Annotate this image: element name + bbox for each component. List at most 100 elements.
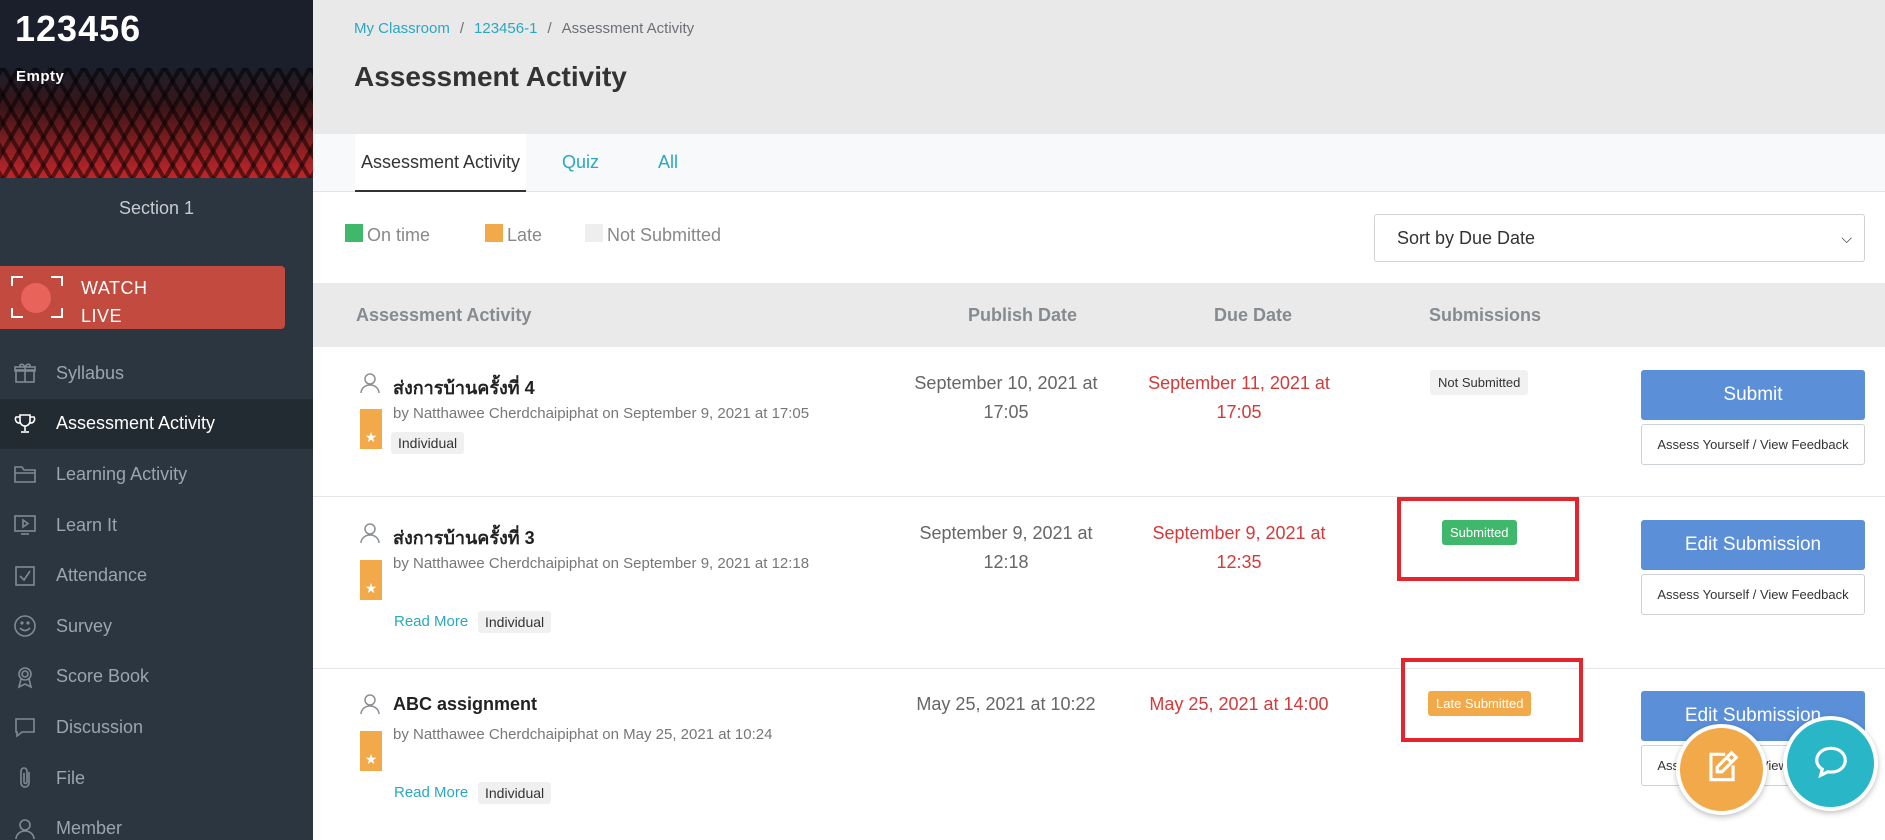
sidebar-item-label: Survey [56, 615, 113, 636]
status-badge: Not Submitted [1430, 370, 1529, 395]
legend-late: Late [485, 224, 542, 246]
course-status: Empty [16, 68, 65, 85]
sidebar-item-label: Member [56, 818, 123, 839]
header-due-date: Due Date [1214, 305, 1293, 325]
person-icon [358, 521, 382, 550]
assess-yourself-button[interactable]: Assess Yourself / View Feedback [1641, 574, 1865, 615]
activity-title[interactable]: ABC assignment [393, 694, 537, 715]
legend-on-time: On time [345, 224, 430, 246]
read-more-link[interactable]: Read More [394, 784, 468, 801]
sidebar-item-label: Assessment Activity [56, 413, 216, 434]
watch-live-line2: LIVE [81, 306, 123, 326]
tab-bar: Assessment Activity Quiz All [313, 134, 1885, 192]
edit-icon [1703, 748, 1741, 791]
chevron-down-icon: ⌵ [1841, 230, 1852, 246]
highlight-box [1397, 497, 1579, 581]
section-label: Section 1 [118, 198, 195, 218]
gift-icon [12, 360, 38, 386]
sidebar-item-score-book[interactable]: Score Book [0, 652, 313, 703]
assess-yourself-button[interactable]: Assess Yourself / View Feedback [1641, 424, 1865, 465]
sidebar-item-survey[interactable]: Survey [0, 601, 313, 652]
star-ribbon-icon: ★ [360, 409, 382, 449]
legend-not-submitted: Not Submitted [585, 224, 721, 246]
table-row: ★ ส่งการบ้านครั้งที่ 4 by Natthawee Cher… [313, 347, 1885, 497]
chat-icon [12, 714, 38, 740]
sidebar-item-label: File [56, 767, 86, 788]
play-icon [12, 512, 38, 538]
activity-author: by Natthawee Cherdchaipiphat on Septembe… [393, 405, 810, 422]
header-publish-date: Publish Date [968, 305, 1078, 325]
folder-icon [12, 461, 38, 487]
sidebar: 123456 Empty Section 1 WATCH LIVE Syllab… [0, 0, 313, 840]
compose-fab[interactable] [1676, 724, 1767, 815]
live-camera-icon [11, 276, 63, 318]
main-content: My Classroom/123456-1/Assessment Activit… [313, 0, 1885, 840]
due-date: May 25, 2021 at 14:00 [1149, 694, 1329, 714]
tab-quiz[interactable]: Quiz [562, 134, 599, 192]
sidebar-item-assessment-activity[interactable]: Assessment Activity [0, 398, 313, 450]
smile-icon [12, 613, 38, 639]
chat-fab[interactable] [1783, 716, 1878, 811]
page-title: Assessment Activity [354, 61, 627, 92]
read-more-link[interactable]: Read More [394, 613, 468, 630]
user-icon [12, 816, 38, 840]
publish-date: May 25, 2021 at 10:22 [916, 694, 1096, 714]
publish-date: September 10, 2021 at 17:05 [914, 373, 1098, 422]
edit-submission-button[interactable]: Edit Submission [1641, 520, 1865, 570]
sidebar-item-label: Score Book [56, 666, 150, 687]
sidebar-item-label: Learning Activity [56, 463, 188, 484]
table-row: ★ ส่งการบ้านครั้งที่ 3 by Natthawee Cher… [313, 497, 1885, 669]
submit-button[interactable]: Submit [1641, 370, 1865, 420]
breadcrumb-current: Assessment Activity [561, 20, 695, 37]
star-ribbon-icon: ★ [360, 731, 382, 771]
sort-select[interactable]: Sort by Due Date ⌵ [1374, 214, 1865, 262]
tab-assessment-activity[interactable]: Assessment Activity [355, 134, 527, 192]
individual-tag: Individual [478, 611, 552, 633]
header-submissions: Submissions [1429, 305, 1542, 325]
sidebar-nav: Syllabus Assessment Activity Learning Ac… [0, 348, 313, 840]
breadcrumb: My Classroom/123456-1/Assessment Activit… [354, 20, 695, 37]
course-code: 123456 [15, 8, 142, 49]
chat-bubble-icon [1812, 742, 1850, 785]
award-icon [12, 664, 38, 690]
not-submitted-swatch [585, 224, 603, 242]
activity-title[interactable]: ส่งการบ้านครั้งที่ 3 [393, 523, 535, 552]
sidebar-item-discussion[interactable]: Discussion [0, 702, 313, 753]
table-row: ★ ABC assignment by Natthawee Cherdchaip… [313, 658, 1885, 840]
header-activity: Assessment Activity [356, 305, 532, 325]
trophy-icon [12, 411, 38, 437]
tab-all[interactable]: All [658, 134, 678, 192]
activity-author: by Natthawee Cherdchaipiphat on May 25, … [393, 726, 773, 743]
activity-author: by Natthawee Cherdchaipiphat on Septembe… [393, 555, 810, 572]
sidebar-item-member[interactable]: Member [0, 803, 313, 840]
individual-tag: Individual [391, 432, 465, 454]
watch-live-button[interactable]: WATCH LIVE [0, 266, 285, 329]
sidebar-item-learn-it[interactable]: Learn It [0, 500, 313, 551]
person-icon [358, 371, 382, 400]
paperclip-icon [12, 765, 38, 791]
sidebar-item-syllabus[interactable]: Syllabus [0, 348, 313, 399]
highlight-box [1401, 658, 1583, 742]
sidebar-item-label: Syllabus [56, 362, 125, 383]
checkbox-icon [12, 563, 38, 589]
breadcrumb-class[interactable]: 123456-1 [474, 20, 537, 37]
sidebar-item-label: Discussion [56, 716, 144, 737]
breadcrumb-my-classroom[interactable]: My Classroom [354, 20, 450, 37]
late-swatch [485, 224, 503, 242]
sidebar-item-label: Attendance [56, 565, 148, 586]
on-time-swatch [345, 224, 363, 242]
star-ribbon-icon: ★ [360, 560, 382, 600]
sidebar-item-attendance[interactable]: Attendance [0, 550, 313, 601]
watch-live-line1: WATCH [81, 278, 148, 298]
publish-date: September 9, 2021 at 12:18 [919, 523, 1093, 572]
individual-tag: Individual [478, 782, 552, 804]
activity-title[interactable]: ส่งการบ้านครั้งที่ 4 [393, 373, 535, 402]
sidebar-item-file[interactable]: File [0, 753, 313, 804]
sort-selected-value: Sort by Due Date [1397, 228, 1536, 248]
sidebar-item-learning-activity[interactable]: Learning Activity [0, 449, 313, 500]
due-date: September 9, 2021 at 12:35 [1152, 523, 1326, 572]
page-header: My Classroom/123456-1/Assessment Activit… [313, 0, 1885, 134]
person-icon [358, 692, 382, 721]
sidebar-item-label: Learn It [56, 514, 118, 535]
course-banner: 123456 Empty [0, 0, 313, 178]
